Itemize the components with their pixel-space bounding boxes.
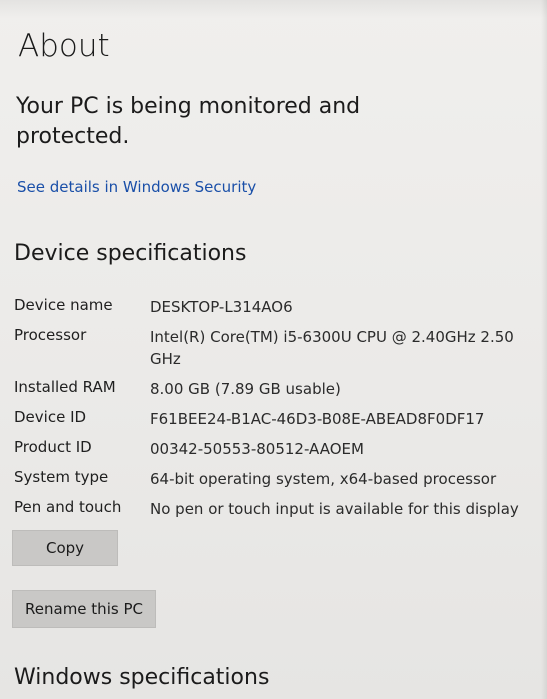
windows-security-link[interactable]: See details in Windows Security (17, 178, 256, 196)
top-shadow (0, 0, 547, 18)
spec-value: Intel(R) Core(TM) i5-6300U CPU @ 2.40GHz… (150, 328, 514, 368)
security-status-text: Your PC is being monitored and protected… (16, 94, 361, 149)
spec-row-product-id: Product ID 00342-50553-80512-AAOEM (14, 438, 534, 460)
spec-value: 64-bit operating system, x64-based proce… (150, 470, 497, 488)
spec-value: 00342-50553-80512-AAOEM (150, 440, 364, 458)
right-edge-shadow (541, 0, 547, 699)
spec-label: Installed RAM (14, 378, 116, 396)
spec-label: Product ID (14, 438, 92, 456)
page-title: About (18, 28, 110, 64)
device-specifications-list: Device name DESKTOP-L314AO6 Processor In… (14, 296, 534, 528)
spec-value: F61BEE24-B1AC-46D3-B08E-ABEAD8F0DF17 (150, 410, 485, 428)
spec-label: Device ID (14, 408, 87, 426)
spec-row-installed-ram: Installed RAM 8.00 GB (7.89 GB usable) (14, 378, 534, 400)
device-specifications-heading: Device specifications (14, 241, 247, 266)
spec-value: DESKTOP-L314AO6 (150, 298, 293, 316)
copy-button[interactable]: Copy (12, 530, 118, 566)
spec-label: Processor (14, 326, 87, 344)
spec-value: 8.00 GB (7.89 GB usable) (150, 380, 341, 398)
spec-label: Pen and touch (14, 498, 122, 516)
spec-row-device-name: Device name DESKTOP-L314AO6 (14, 296, 534, 318)
spec-value: No pen or touch input is available for t… (150, 500, 519, 518)
windows-specifications-heading: Windows specifications (14, 665, 270, 690)
spec-row-system-type: System type 64-bit operating system, x64… (14, 468, 534, 490)
spec-label: System type (14, 468, 109, 486)
spec-row-device-id: Device ID F61BEE24-B1AC-46D3-B08E-ABEAD8… (14, 408, 534, 430)
spec-row-pen-and-touch: Pen and touch No pen or touch input is a… (14, 498, 534, 520)
rename-pc-button[interactable]: Rename this PC (12, 590, 156, 628)
spec-row-processor: Processor Intel(R) Core(TM) i5-6300U CPU… (14, 326, 534, 370)
about-settings-page: About Your PC is being monitored and pro… (0, 0, 547, 699)
spec-label: Device name (14, 296, 113, 314)
